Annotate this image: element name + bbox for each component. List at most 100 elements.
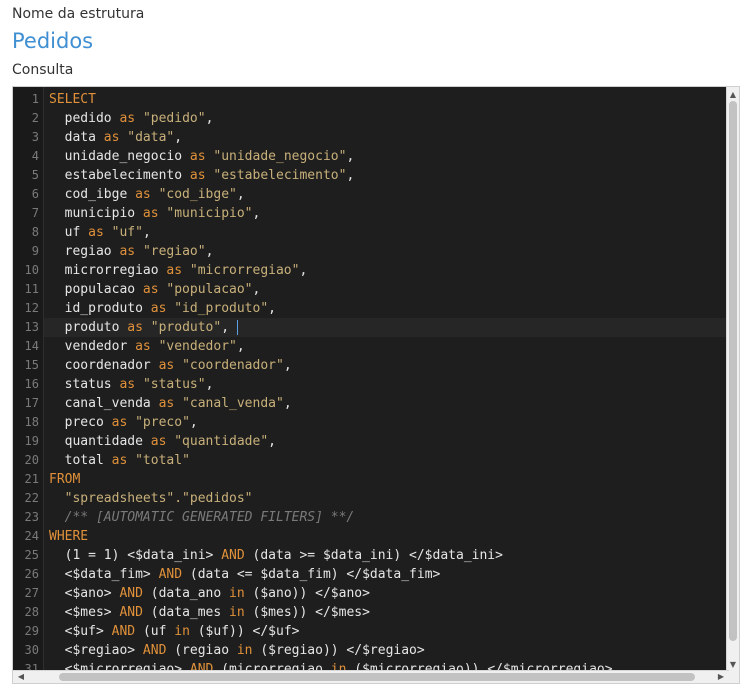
code-text: quantidade as "quantidade", xyxy=(49,432,276,451)
scroll-left-arrow-icon[interactable]: ◀ xyxy=(15,671,27,683)
code-token: AND xyxy=(111,624,143,639)
code-line[interactable]: 2 pedido as "pedido", xyxy=(32,109,727,128)
structure-name-label: Nome da estrutura xyxy=(12,6,145,22)
code-line[interactable]: 8 uf as "uf", xyxy=(32,223,727,242)
code-token: SELECT xyxy=(49,92,96,107)
text-cursor xyxy=(236,320,238,335)
line-number: 25 xyxy=(24,548,39,562)
code-token: , xyxy=(283,358,292,373)
code-token: <$uf> xyxy=(49,624,112,639)
vertical-scrollbar[interactable]: ▲ ▼ xyxy=(726,87,739,673)
code-area[interactable]: 1 SELECT 2 pedido as "pedido", 3 data as "d… xyxy=(25,87,727,683)
code-line[interactable]: 27 <$ano> AND (data_ano in ($ano)) </$an… xyxy=(25,584,727,603)
code-line[interactable]: 13 produto as "produto", xyxy=(25,318,727,337)
code-line[interactable]: 24 WHERE xyxy=(25,527,727,546)
code-line[interactable]: 4 unidade_negocio as "unidade_negocio", xyxy=(32,147,727,166)
code-token: "microrregiao" xyxy=(189,263,300,278)
code-token: as xyxy=(189,149,214,164)
line-number: 15 xyxy=(24,358,39,372)
code-line[interactable]: 6 cod_ibge as "cod_ibge", xyxy=(32,185,727,204)
code-line[interactable]: 26 <$data_fim> AND (data <= $data_fim) <… xyxy=(25,565,727,584)
code-token: as xyxy=(119,244,143,259)
scroll-right-arrow-icon[interactable]: ▶ xyxy=(715,671,727,683)
code-token: "preco" xyxy=(135,415,190,430)
code-token: AND xyxy=(158,567,190,582)
horizontal-scroll-thumb[interactable] xyxy=(59,673,695,681)
code-token: , xyxy=(283,396,292,411)
code-token: in xyxy=(174,624,198,639)
code-line[interactable]: 15 coordenador as "coordenador", xyxy=(25,356,727,375)
code-token: "canal_venda" xyxy=(182,396,284,411)
code-line[interactable]: 18 preco as "preco", xyxy=(25,413,727,432)
code-line[interactable]: 17 canal_venda as "canal_venda", xyxy=(25,394,727,413)
scroll-up-arrow-icon[interactable]: ▲ xyxy=(727,89,739,101)
line-number: 23 xyxy=(24,510,39,524)
line-number: 14 xyxy=(24,339,39,353)
code-token: WHERE xyxy=(49,529,89,544)
code-text: WHERE xyxy=(49,527,88,546)
code-line[interactable]: 3 data as "data", xyxy=(32,128,727,147)
code-line[interactable]: 9 regiao as "regiao", xyxy=(32,242,727,261)
code-token: as xyxy=(150,434,175,449)
code-line[interactable]: 10 microrregiao as "microrregiao", xyxy=(25,261,727,280)
code-text: vendedor as "vendedor", xyxy=(49,337,245,356)
line-number: 13 xyxy=(24,320,39,334)
code-text: canal_venda as "canal_venda", xyxy=(49,394,292,413)
code-token: , xyxy=(252,282,261,297)
code-token: as xyxy=(119,377,143,392)
line-number: 3 xyxy=(31,130,39,144)
code-text: microrregiao as "microrregiao", xyxy=(49,261,308,280)
code-line[interactable]: 22 "spreadsheets"."pedidos" xyxy=(25,489,727,508)
code-token: status xyxy=(49,377,120,392)
line-number: 22 xyxy=(24,491,39,505)
code-line[interactable]: 30 <$regiao> AND (regiao in ($regiao)) <… xyxy=(25,641,727,660)
code-line[interactable]: 14 vendedor as "vendedor", xyxy=(25,337,727,356)
code-line[interactable]: 29 <$uf> AND (uf in ($uf)) </$uf> xyxy=(25,622,727,641)
code-line[interactable]: 11 populacao as "populacao", xyxy=(25,280,727,299)
scrollbar-corner xyxy=(727,671,739,683)
code-token: as xyxy=(189,168,214,183)
code-line[interactable]: 19 quantidade as "quantidade", xyxy=(25,432,727,451)
line-number: 24 xyxy=(24,529,39,543)
structure-name-value[interactable]: Pedidos xyxy=(12,29,93,53)
line-number: 10 xyxy=(24,263,39,277)
code-token: (data >= $data_ini) </$data_ini> xyxy=(252,548,503,563)
horizontal-scrollbar[interactable]: ◀ ▶ xyxy=(13,670,729,683)
code-token: , xyxy=(174,130,183,145)
code-token: ($mes)) </$mes> xyxy=(252,605,370,620)
code-token: <$regiao> xyxy=(49,643,143,658)
code-text: <$mes> AND (data_mes in ($mes)) </$mes> xyxy=(49,603,370,622)
vertical-scroll-thumb[interactable] xyxy=(729,101,737,641)
code-token: ($regiao)) </$regiao> xyxy=(260,643,425,658)
code-line[interactable]: 25 (1 = 1) <$data_ini> AND (data >= $dat… xyxy=(25,546,727,565)
code-line[interactable]: 16 status as "status", xyxy=(25,375,727,394)
code-line[interactable]: 21 FROM xyxy=(25,470,727,489)
code-token: "pedido" xyxy=(142,111,206,126)
code-token: as xyxy=(158,358,183,373)
code-token: (regiao xyxy=(174,643,237,658)
code-token: municipio xyxy=(49,206,143,221)
code-line[interactable]: 28 <$mes> AND (data_mes in ($mes)) </$me… xyxy=(25,603,727,622)
code-token: ($ano)) </$ano> xyxy=(252,586,370,601)
code-token: data xyxy=(49,130,104,145)
code-token: "unidade_negocio" xyxy=(213,149,347,164)
code-token: , xyxy=(205,244,214,259)
code-token: , xyxy=(346,168,355,183)
code-text: municipio as "municipio", xyxy=(49,204,261,223)
line-number: 5 xyxy=(31,168,39,182)
code-line[interactable]: 20 total as "total" xyxy=(25,451,727,470)
code-token: estabelecimento xyxy=(49,168,190,183)
code-line[interactable]: 23 /** [AUTOMATIC GENERATED FILTERS] **/ xyxy=(25,508,727,527)
code-line[interactable]: 7 municipio as "municipio", xyxy=(32,204,727,223)
code-line[interactable]: 1 SELECT xyxy=(32,90,727,109)
code-token: (data <= $data_fim) </$data_fim> xyxy=(189,567,441,582)
code-token: "id_produto" xyxy=(174,301,269,316)
code-token: , xyxy=(268,434,276,449)
code-text: <$ano> AND (data_ano in ($ano)) </$ano> xyxy=(49,584,370,603)
code-token: cod_ibge xyxy=(49,187,136,202)
code-line[interactable]: 5 estabelecimento as "estabelecimento", xyxy=(32,166,727,185)
sql-code-editor[interactable]: 1 SELECT 2 pedido as "pedido", 3 data as "d… xyxy=(12,86,740,684)
code-line[interactable]: 12 id_produto as "id_produto", xyxy=(25,299,727,318)
code-token: "cod_ibge" xyxy=(158,187,237,202)
code-token: as xyxy=(142,282,167,297)
